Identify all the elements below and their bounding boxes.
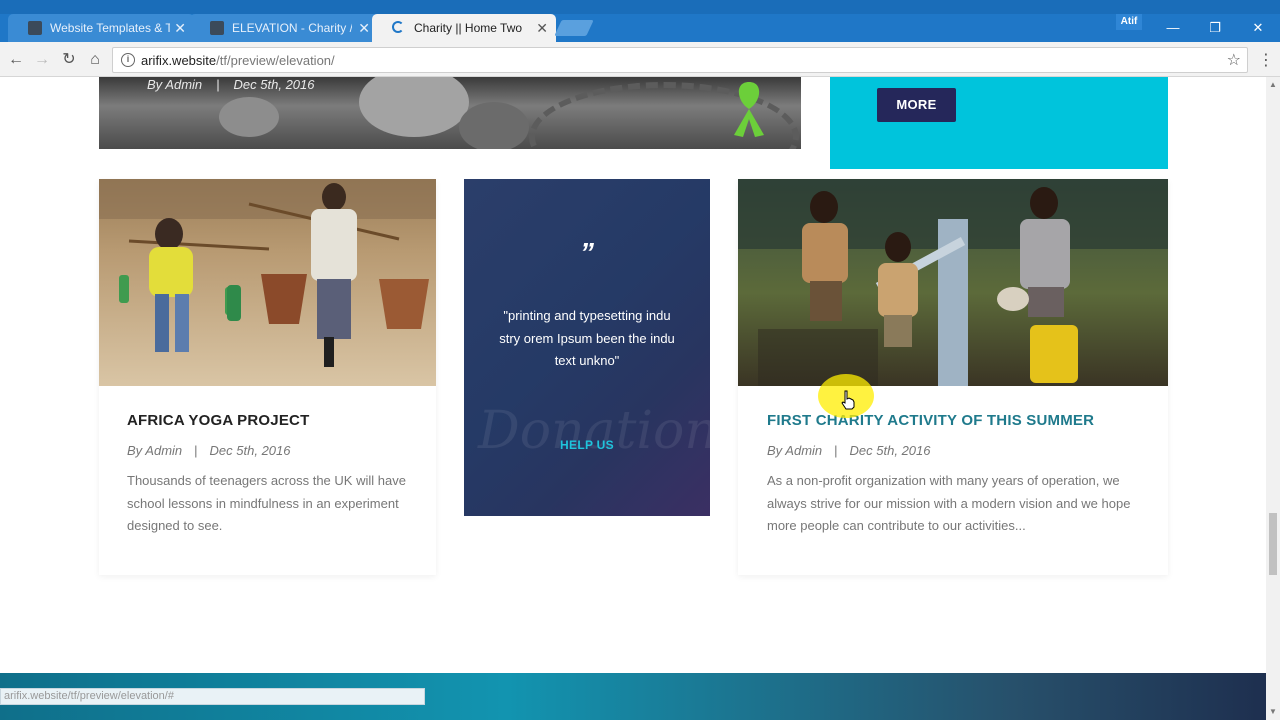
card-photo[interactable]	[99, 179, 436, 386]
cta-block: MORE	[830, 77, 1168, 169]
blog-card-first-charity: FIRST CHARITY ACTIVITY OF THIS SUMMER By…	[738, 179, 1168, 575]
meta-separator: |	[194, 443, 198, 458]
donate-quote-text: "printing and typesetting indu stry orem…	[499, 308, 675, 368]
tab-label: ELEVATION - Charity / N	[232, 21, 352, 35]
loading-icon	[392, 21, 404, 33]
reload-icon[interactable]: ↻	[57, 48, 81, 72]
url-host: arifix.website	[141, 53, 217, 68]
close-icon[interactable]: ✕	[358, 14, 370, 42]
close-icon[interactable]: ✕	[174, 14, 186, 42]
minimize-icon[interactable]: —	[1153, 14, 1193, 42]
card-photo[interactable]	[738, 179, 1168, 386]
vertical-scrollbar[interactable]: ▲ ▼	[1266, 77, 1280, 720]
post-date: Dec 5th, 2016	[209, 443, 291, 458]
user-badge[interactable]: Atif	[1116, 14, 1142, 30]
themeforest-icon	[210, 21, 224, 35]
card-meta: By Admin | Dec 5th, 2016	[767, 443, 931, 458]
photo-detail	[219, 97, 279, 137]
new-tab-button[interactable]	[554, 20, 594, 36]
home-icon[interactable]: ⌂	[83, 48, 107, 72]
close-window-icon[interactable]: ✕	[1238, 14, 1278, 42]
donate-box: Donations ” "printing and typesetting in…	[464, 179, 710, 516]
tab-elevation[interactable]: ELEVATION - Charity / N ✕	[190, 14, 378, 42]
url-path: /tf/preview/elevation/	[216, 53, 335, 68]
blog-card-africa-yoga: AFRICA YOGA PROJECT By Admin | Dec 5th, 20…	[99, 179, 436, 575]
themeforest-icon	[28, 21, 42, 35]
more-button[interactable]: MORE	[877, 88, 956, 122]
top-card-photo: By Admin | Dec 5th, 2016	[99, 77, 801, 149]
forward-icon[interactable]: →	[30, 48, 54, 72]
address-bar[interactable]: i arifix.website/tf/preview/elevation/ ☆	[112, 47, 1248, 73]
awareness-ribbon-icon	[734, 82, 764, 137]
browser-toolbar: ← → ↻ ⌂ i arifix.website/tf/preview/elev…	[0, 42, 1280, 77]
photo-detail	[359, 77, 469, 137]
scroll-down-icon[interactable]: ▼	[1269, 707, 1277, 716]
titlebar-strip	[0, 0, 1280, 14]
tab-label: Website Templates & Th	[50, 21, 170, 35]
post-date: Dec 5th, 2016	[233, 77, 315, 92]
scroll-up-icon[interactable]: ▲	[1269, 80, 1277, 89]
scrollbar-thumb[interactable]	[1269, 513, 1277, 575]
post-date: Dec 5th, 2016	[849, 443, 931, 458]
post-author: By Admin	[127, 443, 183, 458]
info-icon[interactable]: i	[121, 53, 135, 67]
page-viewport: By Admin | Dec 5th, 2016 MORE AFRICA YOG…	[0, 77, 1266, 720]
card-meta: By Admin | Dec 5th, 2016	[127, 443, 291, 458]
tab-website-templates[interactable]: Website Templates & Th ✕	[8, 14, 194, 42]
status-bar-url: arifix.website/tf/preview/elevation/#	[0, 688, 425, 705]
browser-titlebar: Website Templates & Th ✕ ELEVATION - Cha…	[0, 0, 1280, 42]
menu-icon[interactable]: ⋮	[1258, 50, 1274, 70]
card-excerpt: As a non-profit organization with many y…	[767, 473, 1131, 533]
back-icon[interactable]: ←	[4, 48, 28, 72]
restore-icon[interactable]: ❐	[1195, 14, 1235, 42]
close-icon[interactable]: ✕	[536, 14, 548, 42]
meta-separator: |	[216, 77, 220, 92]
post-author: By Admin	[147, 77, 203, 92]
top-card-meta: By Admin | Dec 5th, 2016	[147, 77, 329, 92]
card-title[interactable]: FIRST CHARITY ACTIVITY OF THIS SUMMER	[767, 412, 1094, 429]
tab-label: Charity || Home Two	[414, 21, 523, 35]
url-text: arifix.website/tf/preview/elevation/	[141, 53, 335, 68]
card-title[interactable]: AFRICA YOGA PROJECT	[127, 412, 309, 429]
donate-watermark: Donations	[478, 401, 710, 461]
quote-icon: ”	[580, 237, 594, 268]
photo-detail	[459, 102, 529, 149]
post-author: By Admin	[767, 443, 823, 458]
card-photo-illustration	[99, 179, 436, 386]
card-excerpt: Thousands of teenagers across the UK wil…	[127, 473, 406, 533]
hand-cursor-icon	[841, 390, 855, 410]
bookmark-star-icon[interactable]: ☆	[1227, 50, 1241, 70]
tab-charity-home-two[interactable]: Charity || Home Two ✕	[372, 14, 556, 42]
card-photo-illustration	[738, 179, 1168, 386]
help-us-button[interactable]: HELP US	[464, 438, 710, 452]
meta-separator: |	[834, 443, 838, 458]
